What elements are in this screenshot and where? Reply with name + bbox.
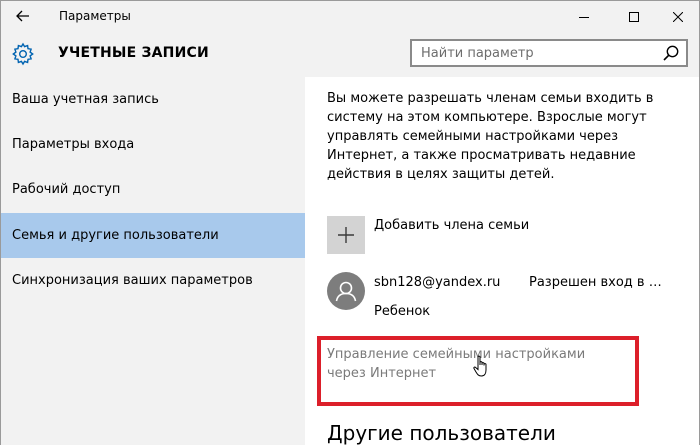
title-bar: Параметры [1, 1, 699, 32]
sidebar-item-sign-in-options[interactable]: Параметры входа [1, 122, 305, 167]
search-box[interactable] [410, 39, 688, 67]
avatar[interactable] [327, 272, 365, 310]
plus-icon [338, 227, 354, 243]
arrow-left-icon [16, 10, 29, 22]
highlight-annotation-box [317, 336, 639, 406]
gear-icon [12, 42, 34, 66]
member-role: Ребенок [374, 304, 431, 319]
member-email[interactable]: sbn128@yandex.ru [374, 275, 500, 290]
family-description: Вы можете разрешать членам семьи входить… [327, 91, 654, 182]
close-button[interactable] [655, 1, 700, 32]
search-icon[interactable] [662, 44, 680, 62]
settings-header: УЧЕТНЫЕ ЗАПИСИ [1, 32, 699, 77]
minimize-icon [579, 16, 589, 18]
close-icon [673, 11, 683, 22]
section-title: УЧЕТНЫЕ ЗАПИСИ [58, 45, 209, 61]
sidebar-item-label: Семья и другие пользователи [12, 228, 219, 243]
maximize-icon [629, 11, 639, 22]
sidebar-item-family-other-users[interactable]: Семья и другие пользователи [1, 213, 305, 258]
other-users-heading: Другие пользователи [327, 421, 556, 445]
sidebar-item-sync-settings[interactable]: Синхронизация ваших параметров [1, 258, 305, 303]
sidebar-item-label: Синхронизация ваших параметров [12, 273, 253, 288]
back-button[interactable] [9, 4, 37, 28]
add-family-member-button[interactable] [327, 216, 365, 254]
sidebar: Ваша учетная запись Параметры входа Рабо… [1, 77, 305, 445]
add-family-member-label[interactable]: Добавить члена семьи [374, 218, 529, 233]
maximize-button[interactable] [611, 1, 657, 32]
user-icon [335, 281, 357, 302]
sidebar-item-work-access[interactable]: Рабочий доступ [1, 167, 305, 212]
sidebar-item-label: Ваша учетная запись [12, 92, 159, 107]
sidebar-item-your-account[interactable]: Ваша учетная запись [1, 77, 305, 122]
member-status: Разрешен вход в си... [529, 275, 667, 290]
search-input[interactable] [412, 41, 652, 65]
sidebar-item-label: Рабочий доступ [12, 182, 121, 197]
sidebar-item-label: Параметры входа [12, 137, 135, 152]
window-title: Параметры [59, 9, 131, 23]
minimize-button[interactable] [561, 1, 607, 32]
settings-window: Параметры УЧЕТНЫЕ ЗАПИСИ Найти параметр … [0, 0, 700, 445]
